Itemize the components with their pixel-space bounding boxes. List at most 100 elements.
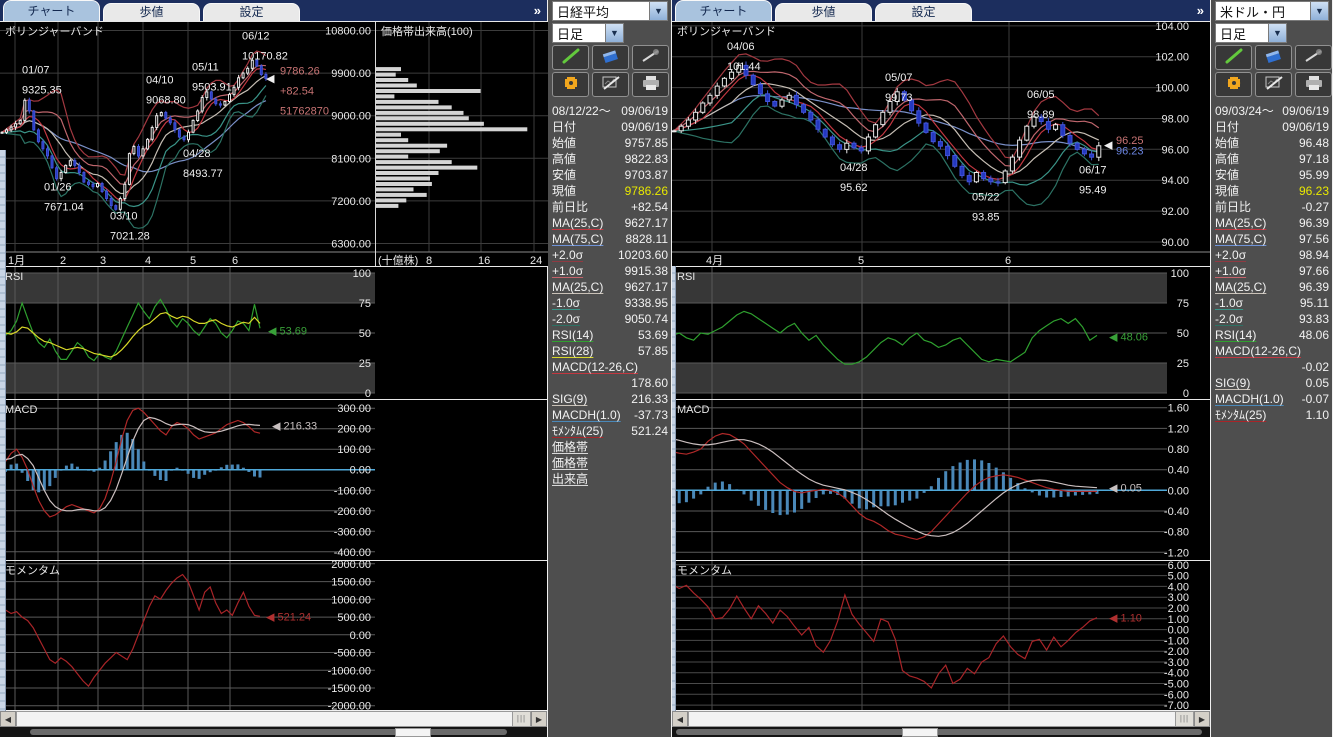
indicator-row: 前日比-0.27 [1215, 199, 1329, 215]
row-label[interactable]: SIG(9) [552, 391, 587, 407]
momentum-chart-usdjpy[interactable]: 6.005.004.003.002.001.000.00-1.00-2.00-3… [672, 560, 1210, 710]
line-eraser-tool-button[interactable] [1295, 45, 1332, 70]
row-label[interactable]: -1.0σ [1215, 295, 1243, 311]
scroll-right-button[interactable]: ▶ [531, 711, 547, 727]
tab-settings[interactable]: 設定 [875, 3, 972, 21]
row-label[interactable]: MA(25,C) [1215, 215, 1266, 231]
rsi-chart-nikkei[interactable]: 1007550250◀ 53.69RSI [0, 266, 547, 399]
macd-chart-usdjpy[interactable]: 1.601.200.800.400.00-0.40-0.80-1.20◀ 0.0… [672, 399, 1210, 560]
tab-chart[interactable]: チャート [3, 0, 100, 21]
tab-quotes[interactable]: 歩値 [775, 3, 872, 21]
row-label[interactable]: MA(25,C) [552, 279, 603, 295]
line-eraser-tool-button[interactable] [632, 45, 669, 70]
more-tabs-icon[interactable]: » [1197, 3, 1210, 21]
row-label[interactable]: MA(75,C) [552, 231, 603, 247]
gear-tool-button[interactable] [1215, 72, 1252, 97]
row-value: 09/06/19 [621, 103, 668, 119]
indicator-row: SIG(9)216.33 [552, 391, 668, 407]
left-edge-splitter[interactable] [0, 150, 6, 711]
bollinger-chart-nikkei[interactable]: 1月2345610800.009900.009000.008100.007200… [0, 22, 375, 266]
pencil-tool-button[interactable] [1215, 45, 1252, 70]
pencil-tool-button[interactable] [552, 45, 589, 70]
symbol-select[interactable]: 米ドル・円▼ [1215, 1, 1329, 21]
volume-profile-chart[interactable]: (十億株)81624価格帯出来高(100) [375, 22, 548, 266]
eraser-tool-button[interactable] [592, 45, 629, 70]
row-label[interactable]: -1.0σ [552, 295, 580, 311]
svg-text:2000.00: 2000.00 [331, 561, 371, 571]
chart-eraser-tool-button[interactable] [592, 72, 629, 97]
printer-tool-button[interactable] [1295, 72, 1332, 97]
scrollbar-grip[interactable]: ||| [512, 712, 530, 726]
row-label[interactable]: 価格帯 [552, 455, 588, 471]
pencil-icon [1224, 48, 1244, 67]
symbol-select-value: 米ドル・円 [1216, 2, 1310, 21]
scroll-right-button[interactable]: ▶ [1194, 711, 1210, 727]
gear-tool-button[interactable] [552, 72, 589, 97]
row-value: 96.39 [1299, 215, 1329, 231]
symbol-select[interactable]: 日経平均▼ [552, 1, 668, 21]
rsi-chart-usdjpy[interactable]: 1007550250◀ 48.06RSI [672, 266, 1210, 399]
row-label[interactable]: ﾓﾒﾝﾀﾑ(25) [1215, 407, 1266, 423]
h-scrollbar-nikkei[interactable]: ◀ |||▶ [0, 710, 547, 727]
eraser-tool-button[interactable] [1255, 45, 1292, 70]
bottom-strip-left [0, 727, 547, 737]
indicator-row: 価格帯 [552, 455, 668, 471]
row-label[interactable]: MACDH(1.0) [552, 407, 621, 423]
tabbar-usdjpy: チャート歩値設定 » [672, 0, 1210, 22]
h-scrollbar-usdjpy[interactable]: ◀ |||▶ [672, 710, 1210, 727]
row-label[interactable]: MA(25,C) [552, 215, 603, 231]
right-edge-splitter[interactable] [672, 266, 676, 711]
scroll-left-button[interactable]: ◀ [672, 711, 688, 727]
macd-chart-nikkei[interactable]: 300.00200.00100.000.00-100.00-200.00-300… [0, 399, 547, 560]
scroll-left-button[interactable]: ◀ [0, 711, 16, 727]
svg-text:6: 6 [232, 255, 238, 266]
row-label[interactable]: MACD(12-26,C) [552, 359, 638, 375]
timeframe-select[interactable]: 日足▼ [1215, 23, 1287, 43]
row-label[interactable]: RSI(28) [552, 343, 593, 359]
scrollbar-grip[interactable]: ||| [1175, 712, 1193, 726]
row-label: 高値 [552, 151, 576, 167]
momentum-chart-nikkei[interactable]: 2000.001500.001000.00500.000.00-500.00-1… [0, 560, 547, 710]
tab-chart[interactable]: チャート [675, 0, 772, 21]
tab-quotes[interactable]: 歩値 [103, 3, 200, 21]
svg-text:93.85: 93.85 [972, 211, 1000, 223]
bollinger-chart-usdjpy[interactable]: 4月56104.00102.00100.0098.0096.0094.0092.… [672, 22, 1210, 266]
chart-eraser-tool-button[interactable] [1255, 72, 1292, 97]
scrollbar-thumb[interactable]: ||| [16, 711, 531, 727]
row-label[interactable]: MACD(12-26,C) [1215, 343, 1301, 359]
row-label[interactable]: MA(75,C) [1215, 231, 1266, 247]
svg-text:3: 3 [100, 255, 106, 266]
svg-text:7671.04: 7671.04 [44, 202, 84, 214]
tab-settings[interactable]: 設定 [203, 3, 300, 21]
row-label[interactable]: MA(25,C) [1215, 279, 1266, 295]
printer-tool-button[interactable] [632, 72, 669, 97]
svg-text:◀: ◀ [266, 73, 275, 85]
row-label[interactable]: +1.0σ [552, 263, 583, 279]
svg-text:01/07: 01/07 [22, 64, 50, 76]
timeframe-select[interactable]: 日足▼ [552, 23, 624, 43]
row-label[interactable]: SIG(9) [1215, 375, 1250, 391]
chevron-down-icon[interactable]: ▼ [605, 24, 623, 42]
row-label[interactable]: -2.0σ [552, 311, 580, 327]
row-value: 9786.26 [625, 183, 668, 199]
chevron-down-icon[interactable]: ▼ [649, 2, 667, 20]
row-label[interactable]: ﾓﾒﾝﾀﾑ(25) [552, 423, 603, 439]
row-label[interactable]: 出来高 [552, 471, 588, 487]
svg-text:75: 75 [1177, 298, 1189, 310]
svg-text:0.40: 0.40 [1168, 465, 1189, 477]
more-tabs-icon[interactable]: » [534, 3, 547, 21]
row-label[interactable]: -2.0σ [1215, 311, 1243, 327]
scrollbar-thumb[interactable]: ||| [688, 711, 1194, 727]
row-label[interactable]: +1.0σ [1215, 263, 1246, 279]
chevron-down-icon[interactable]: ▼ [1268, 24, 1286, 42]
svg-text:06/17: 06/17 [1079, 164, 1107, 176]
row-label[interactable]: RSI(14) [1215, 327, 1256, 343]
row-label[interactable]: MACDH(1.0) [1215, 391, 1284, 407]
row-label[interactable]: +2.0σ [1215, 247, 1246, 263]
row-label[interactable]: +2.0σ [552, 247, 583, 263]
row-label[interactable]: RSI(14) [552, 327, 593, 343]
row-label: 現値 [552, 183, 576, 199]
chevron-down-icon[interactable]: ▼ [1310, 2, 1328, 20]
row-label[interactable]: 価格帯 [552, 439, 588, 455]
indicator-row: +2.0σ98.94 [1215, 247, 1329, 263]
